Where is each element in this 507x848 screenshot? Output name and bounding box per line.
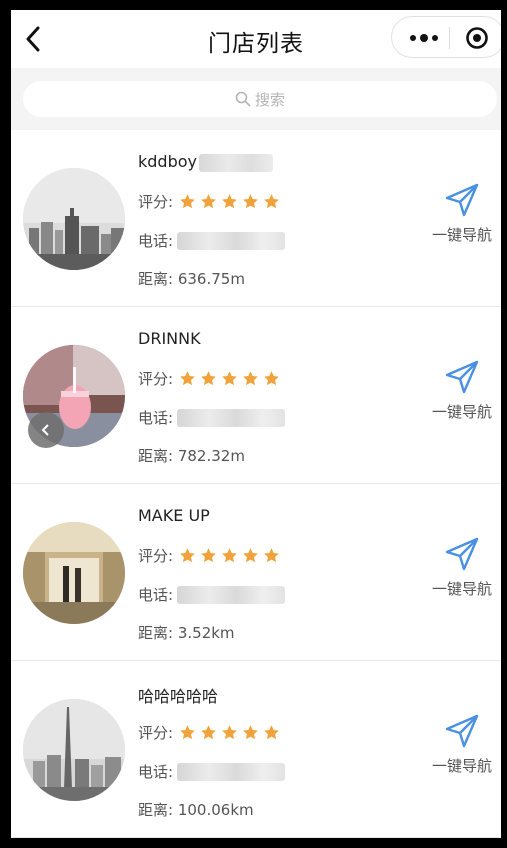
search-placeholder: 搜索 — [254, 90, 285, 109]
store-distance: 距离: 3.52km — [138, 624, 235, 642]
navigate-button[interactable]: 一键导航 — [427, 713, 497, 776]
redacted-phone — [177, 762, 286, 781]
redacted-phone — [177, 408, 286, 427]
store-avatar — [23, 699, 125, 801]
navigation-arrow-icon — [445, 360, 479, 394]
star-icon — [180, 725, 195, 740]
navigate-button[interactable]: 一键导航 — [427, 182, 497, 245]
floating-action-button[interactable] — [28, 412, 64, 448]
star-icon — [201, 194, 216, 209]
redacted-phone — [177, 585, 286, 604]
redacted-phone — [177, 231, 286, 250]
star-icon — [243, 725, 258, 740]
target-icon — [466, 27, 488, 49]
store-list: kddboy 评分: 电话: 距离: 636.75m 一键导航 DRINNK 评… — [11, 130, 501, 838]
capsule-divider — [449, 27, 450, 49]
store-item[interactable]: MAKE UP 评分: 电话: 距离: 3.52km 一键导航 — [11, 484, 501, 661]
search-icon — [235, 91, 251, 107]
redacted-text — [199, 153, 273, 172]
store-distance: 距离: 782.32m — [138, 447, 245, 465]
store-name: 哈哈哈哈哈 — [138, 687, 219, 706]
close-button[interactable] — [465, 26, 489, 54]
star-icon — [222, 725, 237, 740]
rating-stars — [179, 193, 280, 210]
star-icon — [222, 194, 237, 209]
store-name: MAKE UP — [138, 506, 210, 525]
star-icon — [180, 194, 195, 209]
navigate-button[interactable]: 一键导航 — [427, 359, 497, 422]
store-rating: 评分: — [138, 191, 280, 212]
store-distance: 距离: 100.06km — [138, 801, 254, 819]
star-icon — [243, 548, 258, 563]
navigation-arrow-icon — [445, 183, 479, 217]
store-phone[interactable]: 电话: — [138, 761, 286, 782]
store-rating: 评分: — [138, 722, 280, 743]
store-item[interactable]: kddboy 评分: 电话: 距离: 636.75m 一键导航 — [11, 130, 501, 307]
store-phone[interactable]: 电话: — [138, 584, 286, 605]
store-rating: 评分: — [138, 545, 280, 566]
star-icon — [201, 371, 216, 386]
star-icon — [222, 371, 237, 386]
store-distance: 距离: 636.75m — [138, 270, 245, 288]
store-avatar — [23, 168, 125, 270]
rating-stars — [179, 547, 280, 564]
store-rating: 评分: — [138, 368, 280, 389]
star-icon — [243, 194, 258, 209]
star-icon — [264, 725, 279, 740]
search-bar-area: 搜索 — [11, 68, 501, 130]
store-phone[interactable]: 电话: — [138, 407, 286, 428]
star-icon — [201, 548, 216, 563]
store-item[interactable]: DRINNK 评分: 电话: 距离: 782.32m 一键导航 — [11, 307, 501, 484]
app-frame: 门店列表 搜索 kddboy 评分: 电话: 距离: 636.75m 一键导航 … — [11, 10, 501, 838]
navigate-button[interactable]: 一键导航 — [427, 536, 497, 599]
star-icon — [243, 371, 258, 386]
store-avatar — [23, 522, 125, 624]
chevron-left-icon — [41, 424, 49, 436]
nav-header: 门店列表 — [11, 10, 501, 68]
store-name: DRINNK — [138, 329, 201, 348]
navigation-arrow-icon — [445, 537, 479, 571]
store-name: kddboy — [138, 152, 273, 172]
store-phone[interactable]: 电话: — [138, 230, 286, 251]
star-icon — [180, 371, 195, 386]
mini-program-capsule — [391, 16, 501, 58]
star-icon — [264, 548, 279, 563]
star-icon — [201, 725, 216, 740]
search-input[interactable]: 搜索 — [23, 81, 497, 117]
store-item[interactable]: 哈哈哈哈哈 评分: 电话: 距离: 100.06km 一键导航 — [11, 661, 501, 838]
navigation-arrow-icon — [445, 714, 479, 748]
star-icon — [264, 194, 279, 209]
more-button[interactable] — [405, 29, 443, 47]
star-icon — [264, 371, 279, 386]
star-icon — [180, 548, 195, 563]
star-icon — [222, 548, 237, 563]
more-dots-icon — [410, 35, 416, 41]
rating-stars — [179, 370, 280, 387]
rating-stars — [179, 724, 280, 741]
